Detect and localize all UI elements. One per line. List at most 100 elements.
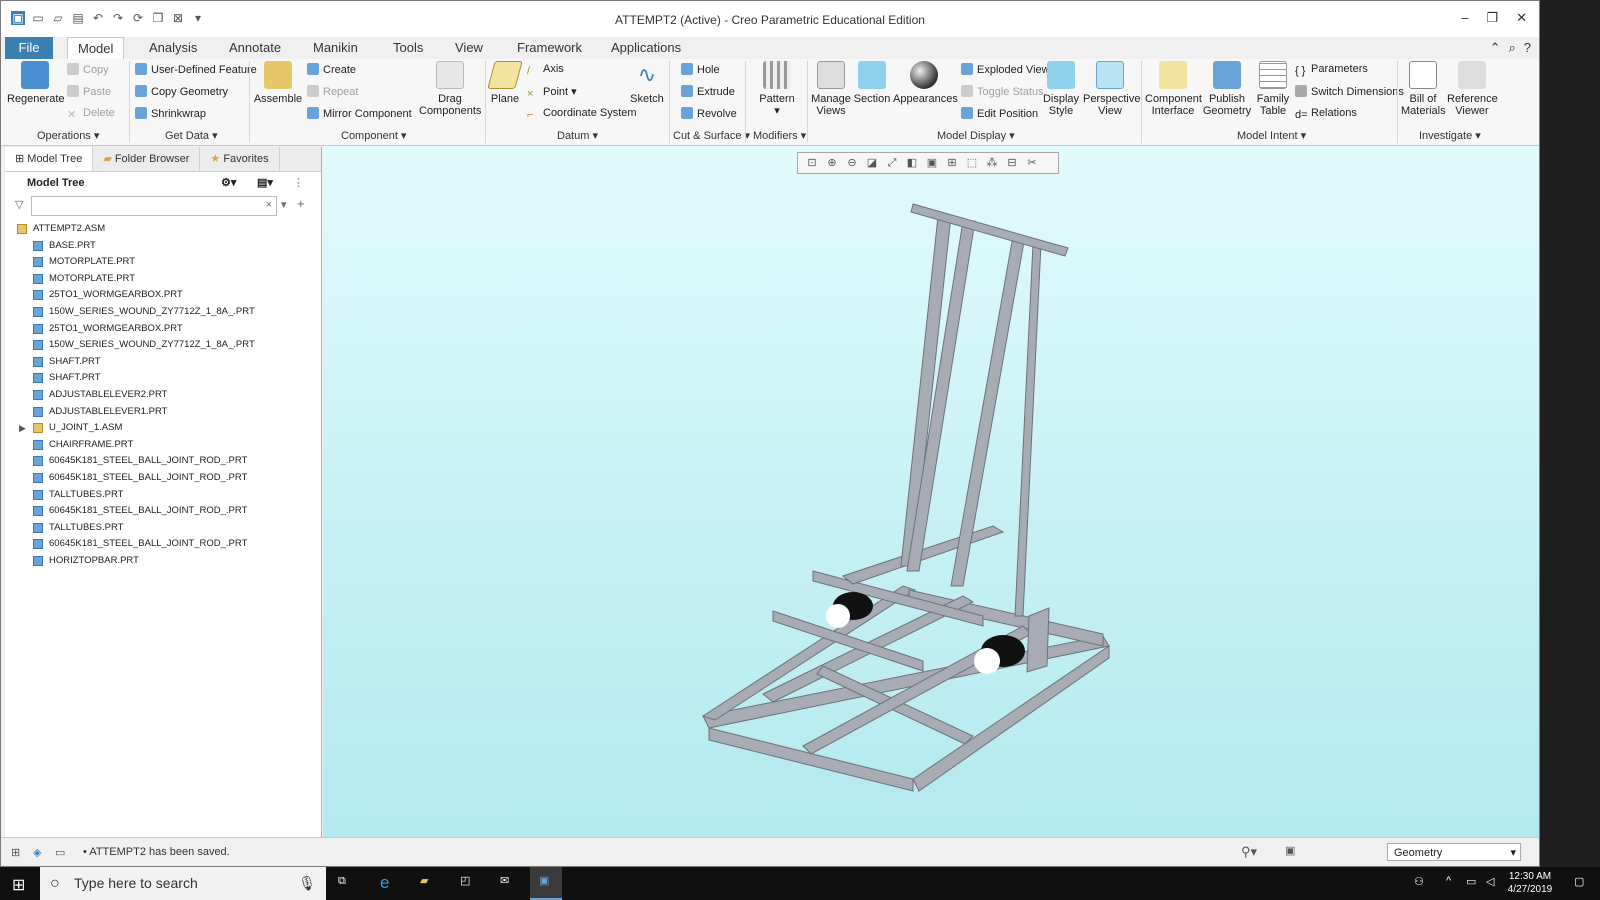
extrude-button[interactable]: Extrude <box>681 85 735 98</box>
hole-button[interactable]: Hole <box>681 63 720 76</box>
mirror-component-button[interactable]: Mirror Component <box>307 107 412 120</box>
add-icon[interactable]: + <box>297 196 305 211</box>
tree-node[interactable]: ADJUSTABLELEVER2.PRT <box>5 387 321 404</box>
tree-node[interactable]: TALLTUBES.PRT <box>5 520 321 537</box>
windows-start-icon[interactable]: ⊞ <box>12 875 25 895</box>
tab-manikin[interactable]: Manikin <box>303 37 368 59</box>
group-operations[interactable]: Operations ▾ <box>37 129 99 142</box>
create-button[interactable]: Create <box>307 63 356 76</box>
component-interface-button[interactable]: Component Interface <box>1145 61 1202 117</box>
tab-model-tree[interactable]: ⊞ Model Tree <box>5 147 94 171</box>
drag-components-button[interactable]: Drag Components <box>419 61 481 117</box>
section-button[interactable]: Section <box>853 61 891 105</box>
tab-file[interactable]: File <box>5 37 53 59</box>
tab-view[interactable]: View <box>445 37 493 59</box>
store-icon[interactable]: ◰ <box>460 874 470 887</box>
tree-node[interactable]: ADJUSTABLELEVER1.PRT <box>5 404 321 421</box>
volume-icon[interactable]: ◁ <box>1486 875 1494 888</box>
tree-search-input[interactable]: × <box>31 196 277 216</box>
tree-settings-icon[interactable]: ⚙▾ <box>221 172 236 194</box>
tree-node[interactable]: SHAFT.PRT <box>5 354 321 371</box>
assemble-button[interactable]: Assemble <box>253 61 303 105</box>
tab-analysis[interactable]: Analysis <box>139 37 207 59</box>
toggle-status-button[interactable]: Toggle Status <box>961 85 1044 98</box>
tab-model[interactable]: Model <box>67 37 125 60</box>
tray-chevron-icon[interactable]: ^ <box>1446 875 1451 887</box>
tab-favorites[interactable]: ★ Favorites <box>200 147 280 171</box>
sketch-button[interactable]: ∿ Sketch <box>629 61 665 105</box>
tree-node[interactable]: MOTORPLATE.PRT <box>5 271 321 288</box>
task-view-icon[interactable]: ⧉ <box>338 875 346 888</box>
manage-views-button[interactable]: Manage Views <box>811 61 851 117</box>
collapse-ribbon-icon[interactable]: ⌃ <box>1490 40 1501 56</box>
tab-annotate[interactable]: Annotate <box>219 37 291 59</box>
find-icon[interactable]: ⚲▾ <box>1241 844 1257 860</box>
microphone-icon[interactable]: 🎙 <box>298 867 316 900</box>
tree-filter-settings-icon[interactable]: ⋮ <box>293 172 304 194</box>
selection-buffer-icon[interactable]: ▣ <box>1285 844 1295 857</box>
copy-button[interactable]: Copy <box>67 63 109 76</box>
reference-viewer-button[interactable]: Reference Viewer <box>1447 61 1498 117</box>
browser-toggle-icon[interactable]: ◈ <box>33 846 41 859</box>
tree-node[interactable]: ▶ U_JOINT_1.ASM <box>5 420 321 437</box>
relations-button[interactable]: d= Relations <box>1295 107 1357 121</box>
search-icon[interactable]: ⌕ <box>1508 40 1515 56</box>
group-get-data[interactable]: Get Data ▾ <box>165 129 218 142</box>
tree-node[interactable]: CHAIRFRAME.PRT <box>5 437 321 454</box>
help-icon[interactable]: ? <box>1524 40 1531 56</box>
group-datum[interactable]: Datum ▾ <box>557 129 598 142</box>
file-explorer-icon[interactable]: ▰ <box>420 874 428 887</box>
paste-button[interactable]: Paste <box>67 85 111 98</box>
tree-toggle-icon[interactable]: ⊞ <box>11 846 20 859</box>
tree-node[interactable]: 150W_SERIES_WOUND_ZY7712Z_1_8A_.PRT <box>5 304 321 321</box>
tab-applications[interactable]: Applications <box>601 37 691 59</box>
clock[interactable]: 12:30 AM 4/27/2019 <box>1502 870 1558 896</box>
copy-geometry-button[interactable]: Copy Geometry <box>135 85 228 98</box>
creo-taskbar-button[interactable]: ▣ <box>530 867 562 900</box>
group-model-intent[interactable]: Model Intent ▾ <box>1237 129 1306 142</box>
display-style-button[interactable]: Display Style <box>1041 61 1081 117</box>
tree-node[interactable]: 150W_SERIES_WOUND_ZY7712Z_1_8A_.PRT <box>5 337 321 354</box>
tree-show-icon[interactable]: ▤▾ <box>257 172 273 194</box>
publish-geometry-button[interactable]: Publish Geometry <box>1201 61 1253 117</box>
tree-node[interactable]: 25TO1_WORMGEARBOX.PRT <box>5 321 321 338</box>
network-icon[interactable]: ▭ <box>1466 875 1476 888</box>
pattern-button[interactable]: Pattern ▾ <box>757 61 797 117</box>
tree-node[interactable]: 60645K181_STEEL_BALL_JOINT_ROD_.PRT <box>5 453 321 470</box>
bill-of-materials-button[interactable]: Bill of Materials <box>1401 61 1446 117</box>
selection-filter-select[interactable]: Geometry ▾ <box>1387 843 1521 861</box>
search-options-icon[interactable]: ▾ <box>281 198 287 211</box>
tree-node[interactable]: 60645K181_STEEL_BALL_JOINT_ROD_.PRT <box>5 470 321 487</box>
maximize-icon[interactable]: ❐ <box>1486 10 1498 26</box>
exploded-view-button[interactable]: Exploded View <box>961 63 1050 76</box>
group-cut-surface[interactable]: Cut & Surface ▾ <box>673 129 750 142</box>
tree-node[interactable]: HORIZTOPBAR.PRT <box>5 553 321 570</box>
point-button[interactable]: × Point ▾ <box>527 85 577 100</box>
axis-button[interactable]: / Axis <box>527 63 564 77</box>
minimize-icon[interactable]: – <box>1461 10 1468 26</box>
switch-dimensions-button[interactable]: Switch Dimensions <box>1295 85 1404 98</box>
clear-search-icon[interactable]: × <box>266 199 272 211</box>
revolve-button[interactable]: Revolve <box>681 107 737 120</box>
close-icon[interactable]: ✕ <box>1516 10 1527 26</box>
repeat-button[interactable]: Repeat <box>307 85 358 98</box>
tree-node[interactable]: MOTORPLATE.PRT <box>5 254 321 271</box>
graphics-viewport[interactable]: ⊡ ⊕ ⊖ ◪ ⤢ ◧ ▣ ⊞ ⬚ ⁂ ⊟ ✂ <box>323 146 1539 838</box>
plane-button[interactable]: Plane <box>487 61 523 105</box>
taskbar-search-input[interactable]: ○ Type here to search 🎙 <box>40 867 326 900</box>
group-model-display[interactable]: Model Display ▾ <box>937 129 1015 142</box>
tab-tools[interactable]: Tools <box>383 37 433 59</box>
tree-node[interactable]: SHAFT.PRT <box>5 370 321 387</box>
tree-node[interactable]: 60645K181_STEEL_BALL_JOINT_ROD_.PRT <box>5 503 321 520</box>
tree-node[interactable]: TALLTUBES.PRT <box>5 487 321 504</box>
udf-button[interactable]: User-Defined Feature <box>135 63 257 76</box>
delete-button[interactable]: ✕ Delete <box>67 107 115 121</box>
coordinate-system-button[interactable]: ⌐ Coordinate System <box>527 107 637 121</box>
edge-icon[interactable]: e <box>380 873 389 893</box>
appearances-button[interactable]: Appearances <box>893 61 958 105</box>
tab-framework[interactable]: Framework <box>507 37 592 59</box>
family-table-button[interactable]: Family Table <box>1255 61 1291 117</box>
parameters-button[interactable]: { } Parameters <box>1295 63 1368 77</box>
perspective-view-button[interactable]: Perspective View <box>1083 61 1140 117</box>
tree-node[interactable]: 25TO1_WORMGEARBOX.PRT <box>5 287 321 304</box>
